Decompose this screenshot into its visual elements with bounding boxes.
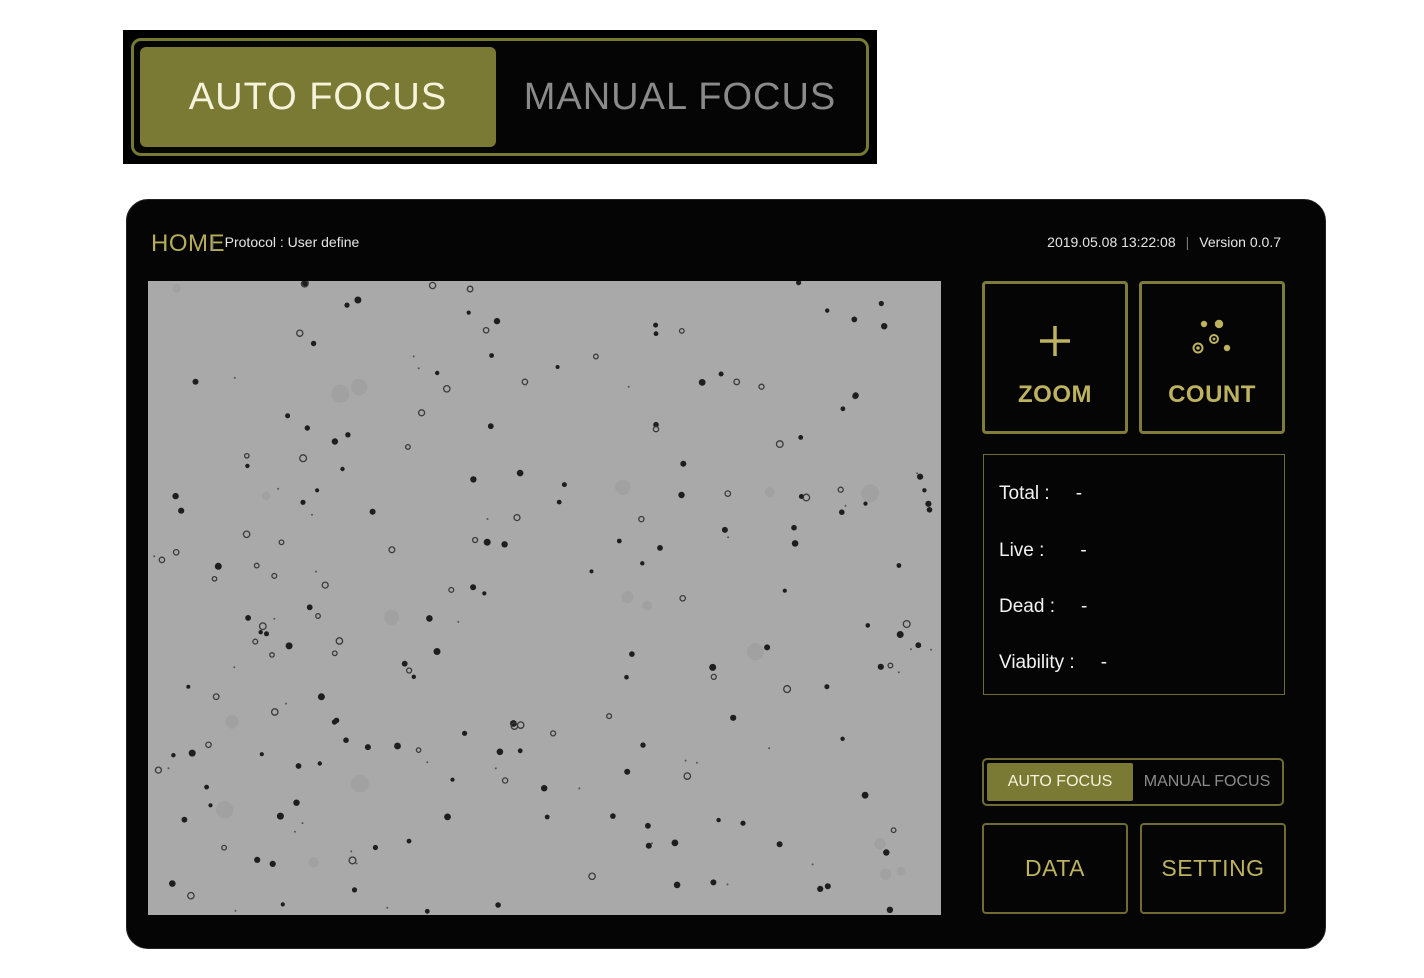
cell-sample-image	[153, 281, 933, 914]
stat-viability: Viability : -	[999, 652, 1107, 674]
stat-label: Total :	[999, 483, 1050, 504]
protocol-label: Protocol : User define	[224, 234, 360, 250]
focus-toggle-frame: AUTO FOCUS MANUAL FOCUS	[131, 38, 869, 156]
version-text: Version 0.0.7	[1199, 234, 1281, 250]
microscope-image[interactable]	[148, 281, 941, 915]
auto-focus-option[interactable]: AUTO FOCUS	[987, 763, 1133, 801]
divider: |	[211, 234, 215, 250]
stat-value: -	[1080, 596, 1088, 617]
divider: |	[1185, 234, 1190, 250]
manual-focus-option[interactable]: MANUAL FOCUS	[1136, 763, 1278, 801]
stat-dead: Dead : -	[999, 596, 1087, 618]
stat-value: -	[1075, 483, 1083, 504]
zoom-button[interactable]: ZOOM	[982, 281, 1128, 434]
stat-label: Viability :	[999, 652, 1075, 673]
setting-button[interactable]: SETTING	[1140, 823, 1286, 914]
stat-label: Live :	[999, 540, 1045, 561]
stat-value: -	[1080, 540, 1087, 561]
device-screen: HOME | Protocol : User define 2019.05.08 …	[126, 199, 1326, 949]
zoom-label: ZOOM	[1018, 381, 1092, 408]
data-button[interactable]: DATA	[982, 823, 1128, 914]
manual-focus-option-large[interactable]: MANUAL FOCUS	[502, 47, 858, 147]
status-bar: 2019.05.08 13:22:08 | Version 0.0.7	[1047, 234, 1281, 250]
count-results-panel: Total : - Live : - Dead : - Viability : -	[983, 454, 1285, 695]
count-label: COUNT	[1168, 381, 1256, 408]
auto-focus-option-large[interactable]: AUTO FOCUS	[140, 47, 496, 147]
stat-value: -	[1100, 652, 1108, 673]
stat-live: Live : -	[999, 540, 1087, 562]
datetime-text: 2019.05.08 13:22:08	[1047, 234, 1176, 250]
count-button[interactable]: COUNT	[1139, 281, 1285, 434]
focus-mode-toggle: AUTO FOCUS MANUAL FOCUS	[982, 758, 1284, 806]
cells-dots-icon	[1190, 318, 1234, 363]
plus-icon	[1038, 324, 1072, 363]
stat-total: Total : -	[999, 483, 1082, 505]
protocol-info: | Protocol : User define	[211, 234, 359, 250]
stat-label: Dead :	[999, 596, 1055, 617]
focus-mode-toggle-large: AUTO FOCUS MANUAL FOCUS	[123, 30, 877, 164]
